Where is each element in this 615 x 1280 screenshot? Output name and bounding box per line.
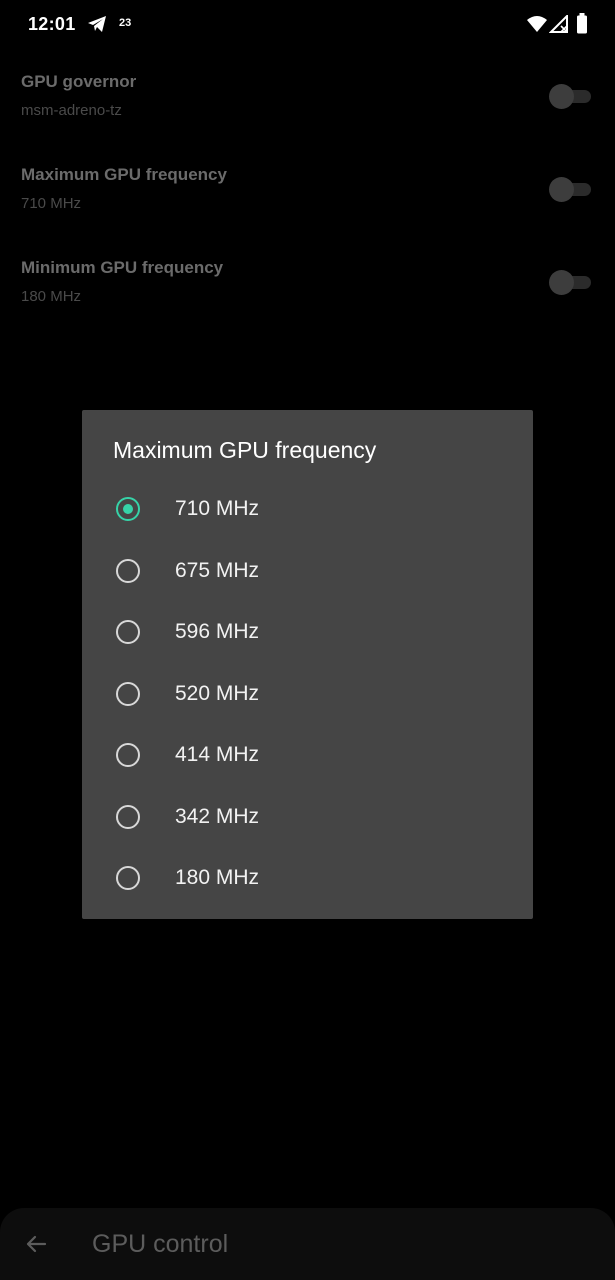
battery-icon bbox=[576, 13, 588, 40]
telegram-icon bbox=[87, 15, 107, 38]
option-414-mhz[interactable]: 414 MHz bbox=[82, 725, 533, 787]
dialog-title: Maximum GPU frequency bbox=[113, 437, 377, 463]
status-time: 12:01 bbox=[28, 14, 76, 34]
radio-button[interactable] bbox=[116, 804, 140, 829]
option-520-mhz[interactable]: 520 MHz bbox=[82, 664, 533, 726]
frequency-options: 710 MHz 675 MHz 596 MHz 520 MHz 414 MHz … bbox=[82, 479, 533, 910]
frequency-dialog: Maximum GPU frequency 710 MHz 675 MHz 59… bbox=[82, 410, 533, 919]
radio-button[interactable] bbox=[116, 743, 140, 767]
option-label: 180 MHz bbox=[175, 866, 260, 889]
setting-min-gpu-frequency[interactable]: Minimum GPU frequency 180 MHz bbox=[0, 248, 615, 341]
radio-button[interactable] bbox=[116, 681, 140, 706]
setting-title: GPU governor bbox=[21, 72, 137, 91]
settings-list: GPU governor msm-adreno-tz Maximum GPU f… bbox=[0, 62, 615, 341]
setting-title: Minimum GPU frequency bbox=[21, 258, 224, 277]
option-596-mhz[interactable]: 596 MHz bbox=[82, 602, 533, 664]
setting-value: 710 MHz bbox=[21, 195, 82, 212]
option-label: 710 MHz bbox=[175, 497, 260, 520]
setting-title: Maximum GPU frequency bbox=[21, 165, 227, 184]
wifi-icon bbox=[527, 15, 547, 38]
max-gpu-frequency-toggle[interactable] bbox=[549, 176, 593, 202]
option-label: 342 MHz bbox=[175, 804, 260, 828]
radio-button[interactable] bbox=[116, 866, 140, 890]
arrow-left-icon[interactable] bbox=[24, 1232, 48, 1261]
gpu-governor-toggle[interactable] bbox=[549, 83, 593, 109]
radio-button[interactable] bbox=[116, 558, 140, 583]
option-342-mhz[interactable]: 342 MHz bbox=[82, 787, 533, 849]
toggle-thumb bbox=[549, 177, 574, 202]
setting-max-gpu-frequency[interactable]: Maximum GPU frequency 710 MHz bbox=[0, 155, 615, 248]
setting-gpu-governor[interactable]: GPU governor msm-adreno-tz bbox=[0, 62, 615, 155]
bottom-app-bar: GPU control bbox=[0, 1208, 615, 1280]
radio-button[interactable] bbox=[116, 620, 140, 644]
toggle-thumb bbox=[549, 270, 574, 295]
toggle-thumb bbox=[549, 84, 574, 109]
bottom-bar-title: GPU control bbox=[92, 1230, 229, 1258]
setting-value: 180 MHz bbox=[21, 288, 82, 305]
radio-button-checked[interactable] bbox=[116, 497, 140, 521]
option-label: 414 MHz bbox=[175, 743, 260, 766]
option-label: 520 MHz bbox=[175, 681, 260, 705]
setting-value: msm-adreno-tz bbox=[21, 102, 122, 119]
option-label: 675 MHz bbox=[175, 558, 260, 582]
option-180-mhz[interactable]: 180 MHz bbox=[82, 848, 533, 910]
signal-icon bbox=[548, 13, 569, 38]
option-label: 596 MHz bbox=[175, 620, 260, 643]
min-gpu-frequency-toggle[interactable] bbox=[549, 269, 593, 295]
status-bar: 12:01 23 bbox=[0, 0, 615, 50]
option-710-mhz[interactable]: 710 MHz bbox=[82, 479, 533, 541]
notification-count: 23 bbox=[119, 17, 132, 29]
option-675-mhz[interactable]: 675 MHz bbox=[82, 541, 533, 603]
